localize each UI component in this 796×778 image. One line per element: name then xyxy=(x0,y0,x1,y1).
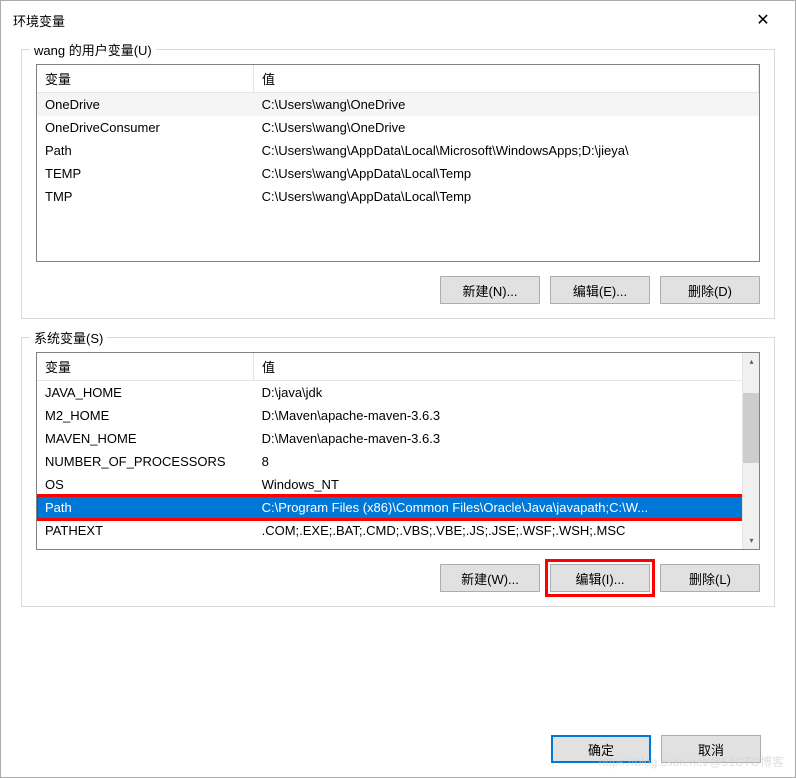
user-vars-label: wang 的用户变量(U) xyxy=(30,40,156,59)
scrollbar-thumb[interactable] xyxy=(743,393,760,463)
var-cell: TMP xyxy=(37,185,254,208)
sys-edit-button[interactable]: 编辑(I)... xyxy=(550,564,650,592)
table-row[interactable]: M2_HOME D:\Maven\apache-maven-3.6.3 xyxy=(37,404,759,427)
var-cell: PROCESSOR_ARCHITECTURE xyxy=(37,542,254,550)
var-cell: JAVA_HOME xyxy=(37,381,254,404)
environment-variables-dialog: 环境变量 ✕ wang 的用户变量(U) 变量 值 xyxy=(0,0,796,778)
val-cell: D:\java\jdk xyxy=(254,381,759,404)
val-cell: .COM;.EXE;.BAT;.CMD;.VBS;.VBE;.JS;.JSE;.… xyxy=(254,519,759,542)
var-cell: PATHEXT xyxy=(37,519,254,542)
val-cell: C:\Users\wang\AppData\Local\Microsoft\Wi… xyxy=(254,139,759,162)
val-cell: D:\Maven\apache-maven-3.6.3 xyxy=(254,404,759,427)
user-header-var[interactable]: 变量 xyxy=(37,65,253,93)
user-delete-button[interactable]: 删除(D) xyxy=(660,276,760,304)
var-cell: TEMP xyxy=(37,162,254,185)
var-cell: Path xyxy=(37,139,254,162)
table-row[interactable]: OneDriveConsumer C:\Users\wang\OneDrive xyxy=(37,116,759,139)
val-cell: AMD64 xyxy=(254,542,759,550)
sys-vars-table[interactable]: 变量 值 xyxy=(37,353,759,381)
ok-button[interactable]: 确定 xyxy=(551,735,651,763)
var-cell: M2_HOME xyxy=(37,404,254,427)
val-cell: Windows_NT xyxy=(254,473,759,496)
close-icon: ✕ xyxy=(756,10,769,30)
val-cell: 8 xyxy=(254,450,759,473)
var-cell: MAVEN_HOME xyxy=(37,427,254,450)
user-header-val[interactable]: 值 xyxy=(253,65,758,93)
table-row[interactable]: TEMP C:\Users\wang\AppData\Local\Temp xyxy=(37,162,759,185)
close-button[interactable]: ✕ xyxy=(743,5,783,35)
sys-header-var[interactable]: 变量 xyxy=(37,353,253,381)
val-cell: C:\Users\wang\OneDrive xyxy=(254,93,759,116)
titlebar: 环境变量 ✕ xyxy=(1,1,795,39)
table-row[interactable]: OS Windows_NT xyxy=(37,473,759,496)
table-row[interactable]: PROCESSOR_ARCHITECTURE AMD64 xyxy=(37,542,759,550)
val-cell: C:\Users\wang\AppData\Local\Temp xyxy=(254,162,759,185)
val-cell: C:\Program Files (x86)\Common Files\Orac… xyxy=(254,496,759,519)
sys-scrollbar[interactable]: ▴ ▾ xyxy=(742,353,759,549)
table-row[interactable]: TMP C:\Users\wang\AppData\Local\Temp xyxy=(37,185,759,208)
sys-vars-buttons: 新建(W)... 编辑(I)... 删除(L) xyxy=(36,564,760,592)
val-cell: C:\Users\wang\OneDrive xyxy=(254,116,759,139)
dialog-buttons: 确定 取消 xyxy=(1,727,795,777)
table-row[interactable]: JAVA_HOME D:\java\jdk xyxy=(37,381,759,404)
user-vars-table[interactable]: 变量 值 xyxy=(37,65,759,93)
user-vars-buttons: 新建(N)... 编辑(E)... 删除(D) xyxy=(36,276,760,304)
scroll-down-icon[interactable]: ▾ xyxy=(743,532,760,549)
table-row[interactable]: NUMBER_OF_PROCESSORS 8 xyxy=(37,450,759,473)
sys-header-val[interactable]: 值 xyxy=(253,353,758,381)
var-cell: Path xyxy=(37,496,254,519)
var-cell: NUMBER_OF_PROCESSORS xyxy=(37,450,254,473)
table-row[interactable]: Path C:\Users\wang\AppData\Local\Microso… xyxy=(37,139,759,162)
table-row[interactable]: PATHEXT .COM;.EXE;.BAT;.CMD;.VBS;.VBE;.J… xyxy=(37,519,759,542)
sys-delete-button[interactable]: 删除(L) xyxy=(660,564,760,592)
val-cell: D:\Maven\apache-maven-3.6.3 xyxy=(254,427,759,450)
val-cell: C:\Users\wang\AppData\Local\Temp xyxy=(254,185,759,208)
var-cell: OneDriveConsumer xyxy=(37,116,254,139)
sys-vars-table-container: 变量 值 JAVA_HOME D:\java\jdk xyxy=(36,352,760,550)
user-variables-group: wang 的用户变量(U) 变量 值 On xyxy=(21,49,775,319)
cancel-button[interactable]: 取消 xyxy=(661,735,761,763)
table-row-selected[interactable]: Path C:\Program Files (x86)\Common Files… xyxy=(37,496,759,519)
dialog-title: 环境变量 xyxy=(13,11,65,30)
sys-new-button[interactable]: 新建(W)... xyxy=(440,564,540,592)
user-vars-table-container: 变量 值 OneDrive C:\Users\wang\OneDrive xyxy=(36,64,760,262)
dialog-content: wang 的用户变量(U) 变量 值 On xyxy=(1,39,795,727)
user-edit-button[interactable]: 编辑(E)... xyxy=(550,276,650,304)
var-cell: OneDrive xyxy=(37,93,254,116)
sys-vars-label: 系统变量(S) xyxy=(30,328,107,347)
table-row[interactable]: OneDrive C:\Users\wang\OneDrive xyxy=(37,93,759,116)
table-row[interactable]: MAVEN_HOME D:\Maven\apache-maven-3.6.3 xyxy=(37,427,759,450)
scroll-up-icon[interactable]: ▴ xyxy=(743,353,760,370)
user-new-button[interactable]: 新建(N)... xyxy=(440,276,540,304)
var-cell: OS xyxy=(37,473,254,496)
system-variables-group: 系统变量(S) 变量 值 JAVA_HOM xyxy=(21,337,775,607)
